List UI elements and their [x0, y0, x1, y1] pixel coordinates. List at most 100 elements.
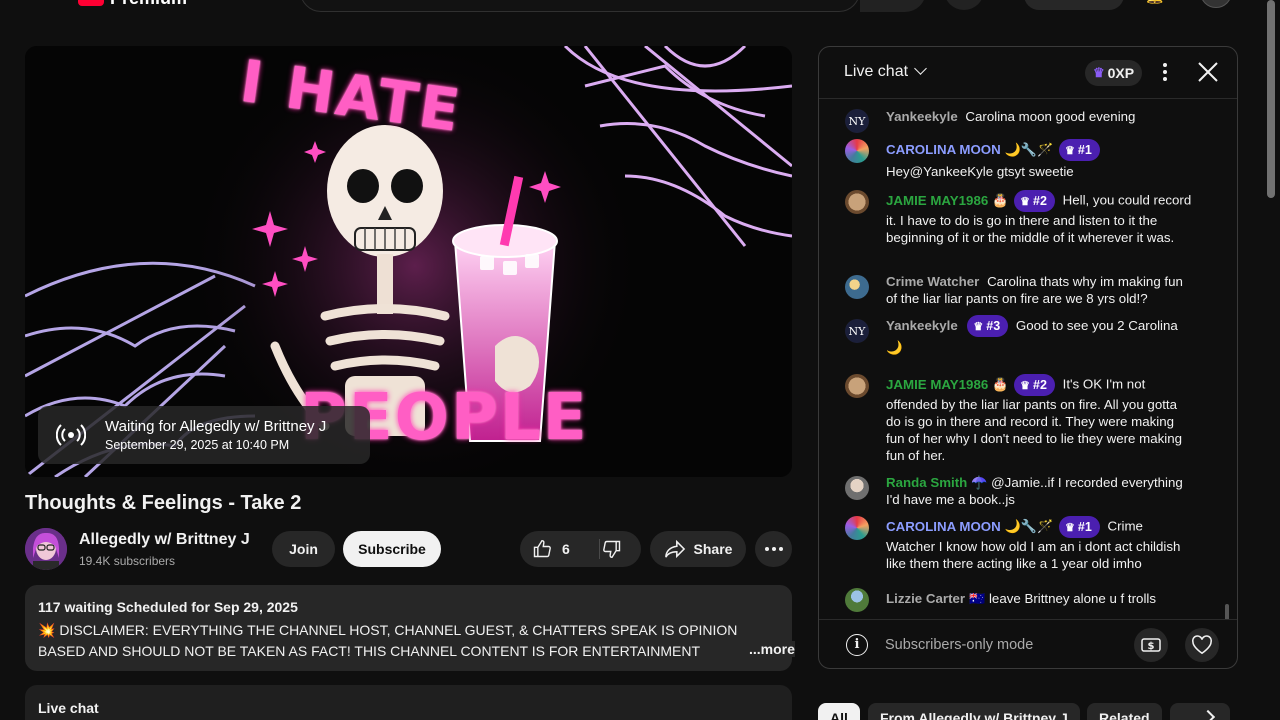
- message-author[interactable]: CAROLINA MOON: [886, 519, 1001, 534]
- message-body: JAMIE MAY1986 🎂 ♛ #2 Hell, you could recor…: [886, 190, 1194, 246]
- author-emoji: 🌙🔧🪄: [1004, 518, 1054, 534]
- description-more-button[interactable]: ...more: [743, 641, 795, 657]
- rank-value: #3: [986, 319, 1001, 334]
- channel-avatar[interactable]: [25, 528, 67, 570]
- author-emoji: ☂️: [971, 475, 988, 490]
- message-author[interactable]: CAROLINA MOON: [886, 142, 1001, 157]
- like-count: 6: [562, 541, 570, 557]
- message-text: Carolina moon good evening: [965, 109, 1136, 124]
- message-author[interactable]: Crime Watcher: [886, 274, 979, 289]
- message-body: Randa Smith ☂️ @Jamie..if I recorded ever…: [886, 474, 1194, 508]
- user-avatar[interactable]: NY: [845, 109, 869, 133]
- user-avatar[interactable]: [845, 476, 869, 500]
- rank-value: #1: [1077, 143, 1092, 158]
- account-avatar[interactable]: [1200, 0, 1232, 8]
- video-title: Thoughts & Feelings - Take 2: [25, 492, 302, 514]
- user-avatar[interactable]: NY: [845, 319, 869, 343]
- share-button[interactable]: Share: [650, 531, 746, 567]
- description-box[interactable]: 117 waiting Scheduled for Sep 29, 2025 💥…: [25, 585, 795, 671]
- message-body: Lizzie Carter 🇦🇺 leave Brittney alone u f…: [886, 590, 1194, 607]
- channel-avatar-image: [25, 528, 67, 570]
- create-button[interactable]: [1024, 0, 1124, 10]
- yankees-logo-icon: NY: [845, 109, 869, 133]
- xp-badge[interactable]: ♛ 0XP: [1085, 60, 1142, 86]
- user-avatar[interactable]: [845, 374, 869, 398]
- thumbs-up-icon: [533, 539, 551, 558]
- chevron-down-icon: [914, 62, 927, 75]
- svg-text:NY: NY: [849, 325, 867, 338]
- like-divider: [599, 539, 600, 559]
- user-avatar[interactable]: [845, 139, 869, 163]
- voice-search-button[interactable]: [944, 0, 984, 10]
- heart-icon[interactable]: [1185, 628, 1219, 662]
- share-icon: [664, 539, 685, 559]
- rank-value: #1: [1077, 520, 1092, 534]
- dislike-button[interactable]: [602, 539, 622, 562]
- waiting-overlay: Waiting for Allegedly w/ Brittney J Sept…: [38, 406, 370, 464]
- page-scrollbar[interactable]: [1267, 0, 1275, 198]
- dollar-icon: $: [1141, 638, 1161, 652]
- message-author[interactable]: Randa Smith: [886, 475, 967, 490]
- author-emoji: 🎂: [992, 376, 1009, 392]
- like-dislike-group: 6: [520, 531, 641, 567]
- chat-scrollbar[interactable]: [1225, 604, 1229, 619]
- youtube-logo[interactable]: Premium: [78, 0, 188, 8]
- author-emoji: 🇦🇺: [969, 591, 986, 606]
- message-author[interactable]: JAMIE MAY1986: [886, 377, 988, 392]
- search-button[interactable]: [860, 0, 926, 12]
- chip-all[interactable]: All: [818, 703, 860, 720]
- user-avatar[interactable]: [845, 190, 869, 214]
- more-actions-button[interactable]: [755, 531, 792, 567]
- svg-text:$: $: [1148, 641, 1155, 652]
- author-emoji: 🌙🔧🪄: [1004, 142, 1054, 157]
- message-body: Crime Watcher Carolina thats why im maki…: [886, 273, 1194, 307]
- share-label: Share: [693, 541, 733, 557]
- message-author[interactable]: Yankeekyle: [886, 318, 958, 333]
- user-avatar[interactable]: [845, 588, 869, 612]
- info-icon[interactable]: i: [846, 634, 868, 656]
- message-author[interactable]: Lizzie Carter: [886, 591, 965, 606]
- like-button[interactable]: 6: [532, 539, 570, 559]
- close-icon[interactable]: [1197, 61, 1219, 83]
- description-text: 💥 DISCLAIMER: EVERYTHING THE CHANNEL HOS…: [38, 622, 738, 659]
- crown-icon: ♛: [973, 321, 984, 334]
- chat-footer: i Subscribers-only mode $: [819, 619, 1237, 668]
- rank-badge: ♛ #1: [1059, 516, 1100, 538]
- crown-icon: ♛: [1065, 145, 1075, 158]
- chip-from-channel[interactable]: From Allegedly w/ Brittney J: [868, 703, 1080, 720]
- more-vertical-icon: [1163, 63, 1167, 81]
- crown-icon: ♛: [1092, 65, 1105, 80]
- author-emoji: 🎂: [992, 192, 1009, 208]
- subscriber-count: 19.4K subscribers: [79, 554, 176, 568]
- message-author[interactable]: JAMIE MAY1986: [886, 193, 988, 208]
- logo-text: Premium: [110, 0, 187, 8]
- crown-icon: ♛: [1065, 522, 1075, 534]
- chat-title: Live chat: [844, 63, 909, 80]
- chip-next[interactable]: [1170, 703, 1230, 720]
- chat-more-icon[interactable]: [1160, 61, 1170, 85]
- message-text: leave Brittney alone u f trolls: [988, 591, 1157, 606]
- description-meta: 117 waiting Scheduled for Sep 29, 2025: [38, 599, 298, 615]
- thumbs-down-icon: [603, 540, 621, 559]
- channel-name[interactable]: Allegedly w/ Brittney J: [79, 531, 250, 549]
- message-text: Hey@YankeeKyle gtsyt sweetie: [886, 164, 1074, 180]
- chat-mode-dropdown[interactable]: Live chat: [844, 62, 927, 81]
- svg-text:NY: NY: [849, 115, 867, 128]
- chip-related[interactable]: Related: [1087, 703, 1162, 720]
- user-avatar[interactable]: [845, 516, 869, 540]
- super-chat-button[interactable]: $: [1134, 628, 1168, 662]
- user-avatar[interactable]: [845, 275, 869, 299]
- live-chat-section[interactable]: Live chat: [25, 685, 792, 720]
- crown-icon: ♛: [1020, 196, 1031, 208]
- heart-outline-icon: [1192, 635, 1212, 655]
- chat-messages[interactable]: NY Yankeekyle Carolina moon good evening…: [819, 99, 1237, 619]
- message-author[interactable]: Yankeekyle: [886, 109, 958, 124]
- search-input[interactable]: [300, 0, 860, 12]
- notifications-icon[interactable]: 🔔: [1146, 0, 1163, 5]
- message-body: CAROLINA MOON 🌙🔧🪄 ♛ #1 Hey@YankeeKyle gtsy…: [886, 139, 1194, 183]
- rank-value: #2: [1033, 378, 1047, 392]
- rank-badge: ♛ #2: [1014, 190, 1055, 212]
- subscribe-button[interactable]: Subscribe: [343, 531, 441, 567]
- live-chat-panel: Live chat ♛ 0XP NY Yankeekyle Carolina mo…: [818, 46, 1238, 669]
- join-button[interactable]: Join: [272, 531, 335, 567]
